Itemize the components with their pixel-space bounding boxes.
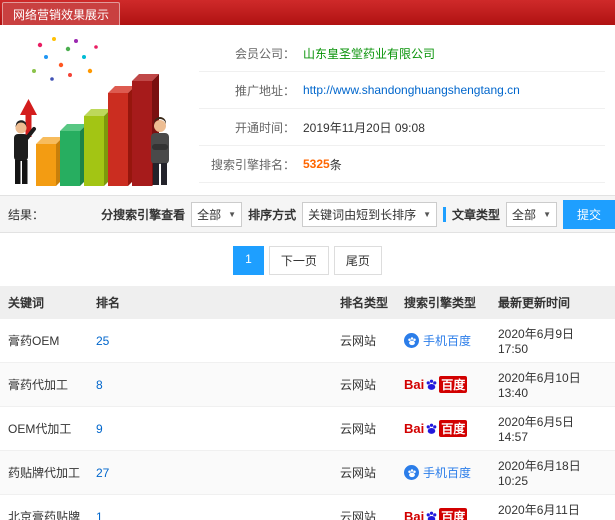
rank-cell: 25 xyxy=(88,319,332,363)
engine-filter-value: 全部 xyxy=(197,207,222,222)
header-update-time: 最新更新时间 xyxy=(490,286,615,319)
keyword-cell: 北京膏药贴牌 xyxy=(0,494,88,520)
table-row: OEM代加工 9 云网站 Bai 百度 2020年6月5日 14:57 xyxy=(0,406,615,451)
rank-cell: 8 xyxy=(88,362,332,407)
keyword-cell: 药贴牌代加工 xyxy=(0,450,88,495)
submit-button[interactable]: 提交 xyxy=(562,199,615,229)
info-row-url: 推广地址： http://www.shandonghuangshengtang.… xyxy=(199,72,605,109)
keyword-cell: 膏药代加工 xyxy=(0,362,88,407)
sort-label: 排序方式 xyxy=(248,207,297,222)
rank-cell: 1 xyxy=(88,494,332,520)
chevron-down-icon: ▼ xyxy=(423,209,432,219)
rank-type-cell: 云网站 xyxy=(332,406,396,451)
baidu-logo: Bai 百度 xyxy=(404,376,468,393)
update-time-cell: 2020年6月5日 14:57 xyxy=(490,406,615,451)
info-row-open-time: 开通时间： 2019年11月20日 09:08 xyxy=(199,109,605,146)
filter-group: 分搜索引擎查看 全部 ▼ 排序方式 关键词由短到长排序 ▼ 文章类型 全部 ▼ … xyxy=(101,199,615,229)
engine-cell: Bai 百度 xyxy=(396,362,490,407)
company-label: 会员公司： xyxy=(234,46,295,61)
bars xyxy=(36,74,159,186)
page-title: 网络营销效果展示 xyxy=(13,7,110,22)
engine-filter-label: 分搜索引擎查看 xyxy=(101,207,186,222)
header-keyword: 关键词 xyxy=(0,286,88,319)
update-time-cell: 2020年6月18日 10:25 xyxy=(490,450,615,495)
promotion-url-label: 推广地址： xyxy=(234,83,295,98)
bar-chart-clipart-icon xyxy=(14,37,169,186)
rank-count-label: 搜索引擎排名： xyxy=(210,157,295,172)
account-info: 会员公司： 山东皇圣堂药业有限公司 推广地址： http://www.shand… xyxy=(199,31,605,189)
update-time-cell: 2020年6月11日 11:18 xyxy=(490,494,615,520)
sort-select[interactable]: 关键词由短到长排序 ▼ xyxy=(302,201,438,227)
pagination: 1 下一页 尾页 xyxy=(0,233,615,286)
header-engine-type: 搜索引擎类型 xyxy=(396,286,490,319)
header-bar: 网络营销效果展示 xyxy=(0,0,615,25)
rank-type-cell: 云网站 xyxy=(332,494,396,520)
rank-count-suffix: 条 xyxy=(329,157,342,172)
confetti-dots xyxy=(32,37,98,81)
marketing-graphic xyxy=(6,31,191,189)
baidu-paw-icon xyxy=(425,510,438,520)
baidu-paw-icon xyxy=(425,378,438,391)
sort-value: 关键词由短到长排序 xyxy=(308,207,417,222)
blue-divider xyxy=(443,206,447,222)
mobile-baidu-paw-icon xyxy=(404,333,419,348)
update-time-cell: 2020年6月10日 13:40 xyxy=(490,362,615,407)
chevron-down-icon: ▼ xyxy=(543,209,551,219)
open-time-label: 开通时间： xyxy=(234,120,295,135)
info-section: 会员公司： 山东皇圣堂药业有限公司 推广地址： http://www.shand… xyxy=(0,25,615,191)
mobile-baidu-logo: 手机百度 xyxy=(404,464,471,481)
rank-link[interactable]: 8 xyxy=(96,378,103,392)
page-button-1[interactable]: 1 xyxy=(233,246,264,275)
keyword-cell: OEM代加工 xyxy=(0,406,88,451)
open-time-value: 2019年11月20日 09:08 xyxy=(303,120,425,135)
filter-bar: 结果： 分搜索引擎查看 全部 ▼ 排序方式 关键词由短到长排序 ▼ 文章类型 全… xyxy=(0,195,615,233)
rank-type-cell: 云网站 xyxy=(332,362,396,407)
mobile-baidu-paw-icon xyxy=(404,465,419,480)
engine-filter-select[interactable]: 全部 ▼ xyxy=(191,201,243,227)
baidu-paw-icon xyxy=(425,422,438,435)
info-row-company: 会员公司： 山东皇圣堂药业有限公司 xyxy=(199,35,605,72)
table-row: 膏药代加工 8 云网站 Bai 百度 2020年6月10日 13:40 xyxy=(0,362,615,407)
engine-cell: 手机百度 xyxy=(396,450,490,495)
page-title-tab[interactable]: 网络营销效果展示 xyxy=(2,2,121,25)
rank-cell: 9 xyxy=(88,406,332,451)
engine-cell: Bai 百度 xyxy=(396,406,490,451)
chevron-down-icon: ▼ xyxy=(228,209,237,219)
results-table-body: 膏药OEM 25 云网站 手机百度 2020年6月9日 17:50 膏药代加工 … xyxy=(0,319,615,520)
rank-link[interactable]: 9 xyxy=(96,422,103,436)
results-table: 关键词 排名 排名类型 搜索引擎类型 最新更新时间 膏药OEM 25 云网站 手… xyxy=(0,286,615,520)
article-type-value: 全部 xyxy=(512,207,537,222)
rank-type-cell: 云网站 xyxy=(332,319,396,363)
header-rank-type: 排名类型 xyxy=(332,286,396,319)
last-page-button[interactable]: 尾页 xyxy=(333,246,382,275)
header-rank: 排名 xyxy=(88,286,332,319)
promotion-url-link[interactable]: http://www.shandonghuangshengtang.cn xyxy=(303,83,520,97)
table-row: 膏药OEM 25 云网站 手机百度 2020年6月9日 17:50 xyxy=(0,319,615,363)
rank-type-cell: 云网站 xyxy=(332,450,396,495)
update-time-cell: 2020年6月9日 17:50 xyxy=(490,319,615,363)
engine-cell: 手机百度 xyxy=(396,319,490,363)
rank-count-value: 5325 xyxy=(303,157,330,171)
rank-cell: 27 xyxy=(88,450,332,495)
rank-link[interactable]: 1 xyxy=(96,510,103,520)
article-type-label: 文章类型 xyxy=(452,207,501,222)
company-link[interactable]: 山东皇圣堂药业有限公司 xyxy=(303,45,435,62)
baidu-logo: Bai 百度 xyxy=(404,420,468,437)
keyword-cell: 膏药OEM xyxy=(0,319,88,363)
next-page-button[interactable]: 下一页 xyxy=(268,246,329,275)
rank-link[interactable]: 27 xyxy=(96,466,109,480)
businessman-left xyxy=(14,120,36,184)
baidu-logo: Bai 百度 xyxy=(404,508,468,520)
engine-cell: Bai 百度 xyxy=(396,494,490,520)
rank-link[interactable]: 25 xyxy=(96,334,109,348)
table-row: 北京膏药贴牌 1 云网站 Bai 百度 2020年6月11日 11:18 xyxy=(0,494,615,520)
article-type-select[interactable]: 全部 ▼ xyxy=(506,201,557,227)
table-header-row: 关键词 排名 排名类型 搜索引擎类型 最新更新时间 xyxy=(0,286,615,319)
info-row-rank-count: 搜索引擎排名： 5325 条 xyxy=(199,146,605,183)
mobile-baidu-logo: 手机百度 xyxy=(404,332,471,349)
table-row: 药贴牌代加工 27 云网站 手机百度 2020年6月18日 10:25 xyxy=(0,450,615,495)
result-label: 结果： xyxy=(8,207,45,222)
